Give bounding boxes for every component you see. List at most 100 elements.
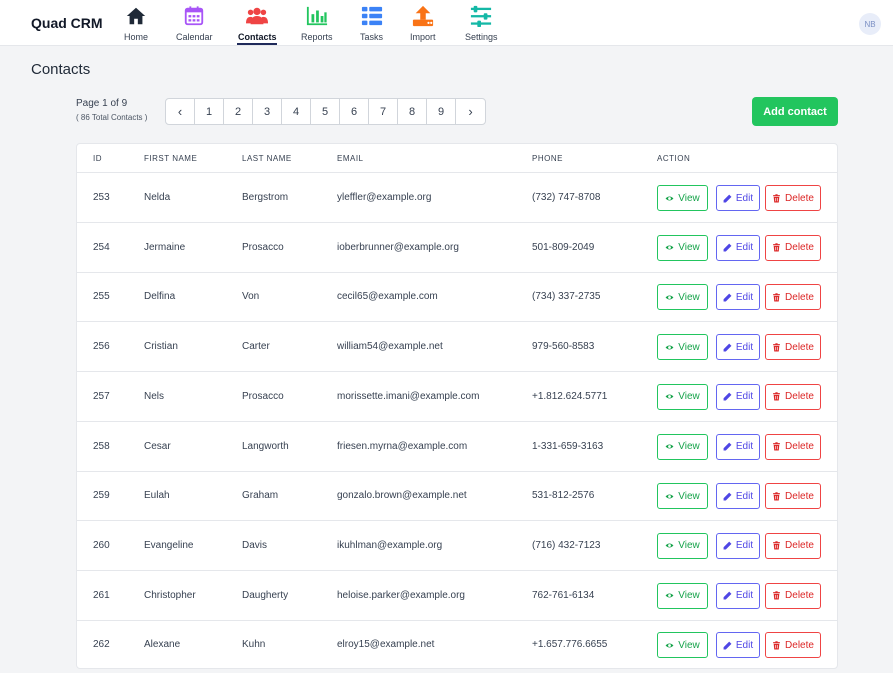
pencil-icon [723,194,732,202]
view-button-label: View [678,192,700,204]
delete-button[interactable]: Delete [765,334,821,361]
nav-settings[interactable]: Settings [465,5,498,45]
page-button-6[interactable]: 6 [340,99,369,124]
page-button-2[interactable]: 2 [224,99,253,124]
table-row: 258 Cesar Langworth friesen.myrna@example.c… [77,422,837,472]
view-button[interactable]: View [657,632,708,659]
cell-id: 254 [93,241,110,253]
column-header-id: ID [93,154,102,163]
add-contact-button[interactable]: Add contact [752,97,838,126]
page-title: Contacts [31,61,91,78]
cell-last-name: Daugherty [242,589,289,601]
trash-icon [773,641,780,650]
edit-button[interactable]: Edit [716,582,760,609]
delete-button[interactable]: Delete [765,284,821,311]
user-avatar[interactable]: NB [859,13,881,35]
table-header: ID FIRST NAME LAST NAME EMAIL PHONE ACTI… [77,144,837,173]
edit-button[interactable]: Edit [716,284,760,311]
nav-calendar[interactable]: Calendar [176,5,213,45]
top-navigation-bar: Quad CRM Home Calendar Contacts Reports … [0,0,893,46]
edit-button-label: Edit [735,192,754,204]
edit-button-label: Edit [735,540,754,552]
delete-button[interactable]: Delete [765,632,821,659]
page-button-7[interactable]: 7 [369,99,398,124]
view-button[interactable]: View [657,185,708,211]
list-icon [361,6,382,26]
delete-button[interactable]: Delete [765,582,821,609]
view-button[interactable]: View [657,483,708,510]
column-header-first-name: FIRST NAME [144,154,198,163]
page-button-5[interactable]: 5 [311,99,340,124]
edit-button-label: Edit [735,590,754,602]
nav-home[interactable]: Home [124,5,148,45]
page-button-3[interactable]: 3 [253,99,282,124]
edit-button[interactable]: Edit [716,234,760,261]
cell-phone: +1.812.624.5771 [532,390,608,402]
delete-button-label: Delete [785,490,814,502]
edit-button-label: Edit [735,490,754,502]
eye-icon [665,494,674,499]
edit-button[interactable]: Edit [716,483,760,510]
pencil-icon [723,392,732,401]
nav-import[interactable]: Import [410,5,436,45]
home-icon [126,7,146,25]
cell-phone: 531-812-2576 [532,490,595,502]
cell-first-name: Nelda [144,192,171,203]
trash-icon [773,541,780,550]
view-button[interactable]: View [657,532,708,559]
next-page-button[interactable]: › [456,99,485,124]
edit-button[interactable]: Edit [716,532,760,559]
page-indicator: Page 1 of 9 [76,98,128,109]
cell-first-name: Cristian [144,341,178,353]
nav-contacts[interactable]: Contacts [238,5,277,45]
nav-reports[interactable]: Reports [301,5,333,45]
delete-button[interactable]: Delete [765,383,821,410]
view-button[interactable]: View [657,234,708,261]
delete-button[interactable]: Delete [765,532,821,559]
view-button[interactable]: View [657,582,708,609]
edit-button[interactable]: Edit [716,433,760,460]
pencil-icon [723,591,732,600]
view-button-label: View [678,341,700,353]
delete-button[interactable]: Delete [765,234,821,261]
column-header-action: ACTION [657,154,691,163]
view-button[interactable]: View [657,383,708,410]
pencil-icon [723,343,732,352]
view-button[interactable]: View [657,284,708,311]
edit-button[interactable]: Edit [716,383,760,410]
cell-last-name: Kuhn [242,639,266,651]
cell-id: 261 [93,589,110,601]
nav-calendar-label: Calendar [176,32,213,42]
view-button[interactable]: View [657,334,708,361]
edit-button[interactable]: Edit [716,185,760,211]
edit-button[interactable]: Edit [716,334,760,361]
edit-button-label: Edit [735,242,754,254]
page-button-1[interactable]: 1 [195,99,224,124]
prev-page-button[interactable]: ‹ [166,99,195,124]
pencil-icon [723,641,732,650]
view-button-label: View [678,639,700,651]
sliders-icon [471,5,492,27]
edit-button[interactable]: Edit [716,632,760,659]
cell-last-name: Langworth [242,440,289,452]
delete-button[interactable]: Delete [765,483,821,510]
table-row: 262 Alexane Kuhn elroy15@example.net +1.657.… [77,620,837,670]
eye-icon [665,295,674,300]
cell-id: 259 [93,490,110,502]
nav-tasks[interactable]: Tasks [360,5,383,45]
page-button-4[interactable]: 4 [282,99,311,124]
brand-logo[interactable]: Quad CRM [31,15,103,31]
page-button-9[interactable]: 9 [427,99,456,124]
cell-first-name: Christopher [144,589,196,601]
cell-phone: 501-809-2049 [532,241,595,253]
cell-email: morissette.imani@example.com [337,390,480,402]
delete-button[interactable]: Delete [765,185,821,211]
view-button[interactable]: View [657,433,708,460]
cell-phone: 762-761-6134 [532,589,595,601]
table-row: 253 Nelda Bergstrom yleffler@example.org (73… [77,173,837,223]
trash-icon [773,442,780,451]
cell-phone: (734) 337-2735 [532,291,601,303]
delete-button[interactable]: Delete [765,433,821,460]
cell-last-name: Prosacco [242,390,284,402]
page-button-8[interactable]: 8 [398,99,427,124]
